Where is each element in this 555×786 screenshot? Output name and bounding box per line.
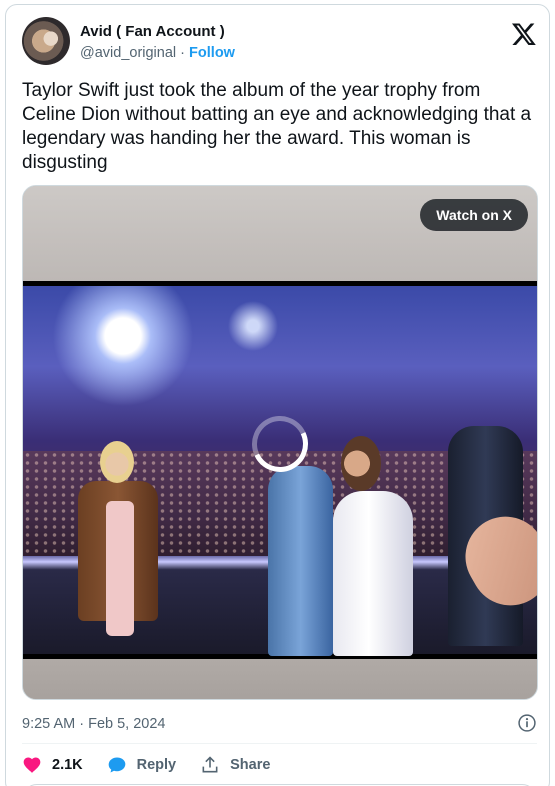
post-card: Avid ( Fan Account ) @avid_original · Fo… [5, 4, 550, 786]
action-bar: 2.1K Reply Share [22, 753, 537, 777]
reply-button[interactable]: Reply [107, 755, 177, 775]
like-button[interactable]: 2.1K [22, 755, 83, 775]
wall-floor [23, 659, 537, 699]
post-meta: 9:25 AM · Feb 5, 2024 [22, 713, 537, 737]
display-name[interactable]: Avid ( Fan Account ) [80, 23, 225, 40]
reply-bubble-icon [108, 757, 125, 773]
heart-icon [23, 757, 41, 773]
share-icon [202, 756, 218, 773]
watch-on-x-button[interactable]: Watch on X [420, 199, 528, 231]
separator: · [180, 45, 186, 61]
video-player[interactable]: Watch on X [22, 185, 538, 700]
follow-button[interactable]: Follow [189, 45, 235, 61]
person-left [78, 441, 158, 641]
avatar[interactable] [22, 17, 70, 65]
divider [22, 743, 537, 744]
share-label: Share [230, 757, 271, 773]
x-logo-icon[interactable] [511, 21, 537, 47]
post-header: Avid ( Fan Account ) @avid_original · Fo… [22, 17, 537, 69]
share-button[interactable]: Share [200, 755, 270, 775]
person-white-gown [323, 436, 418, 656]
post-text: Taylor Swift just took the album of the … [22, 80, 532, 173]
timestamp[interactable]: 9:25 AM · Feb 5, 2024 [22, 716, 165, 732]
reply-label: Reply [136, 757, 177, 773]
handle[interactable]: @avid_original [80, 45, 176, 61]
handle-line: @avid_original · Follow [80, 45, 235, 61]
info-icon[interactable] [517, 713, 537, 733]
like-count: 2.1K [52, 757, 83, 773]
